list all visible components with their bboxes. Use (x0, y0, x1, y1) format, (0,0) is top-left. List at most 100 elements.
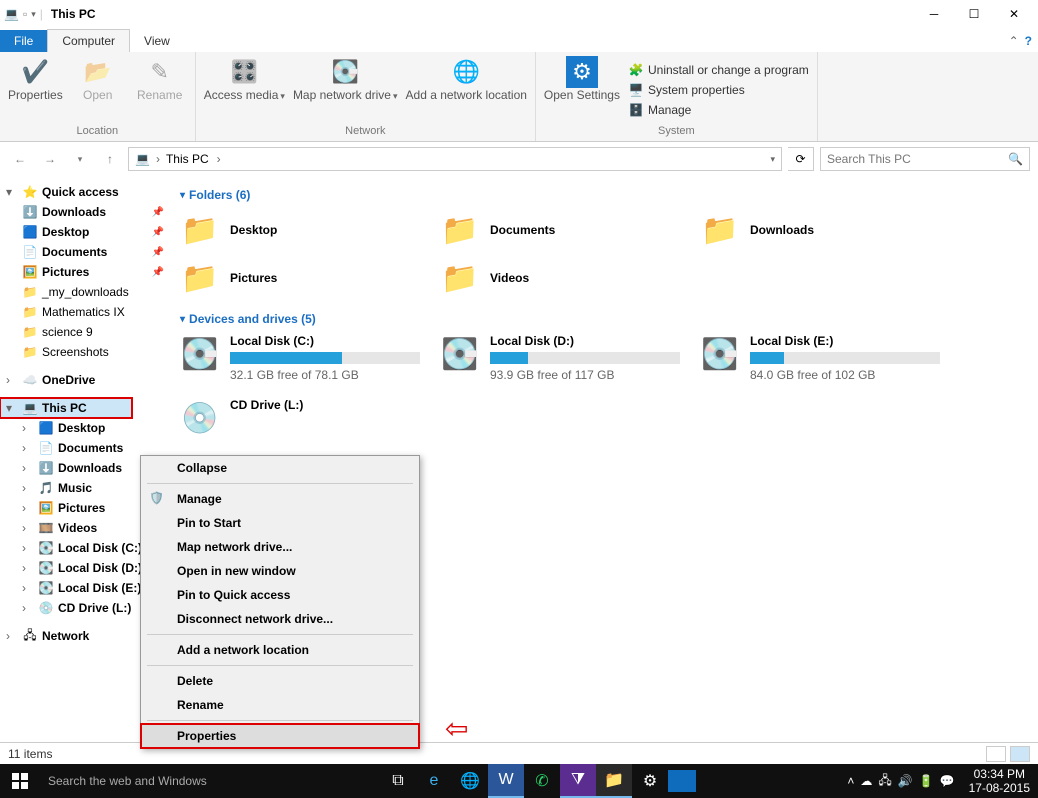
tree-desktop[interactable]: 🟦Desktop📌 (0, 222, 168, 242)
search-icon: 🔍 (1008, 152, 1023, 166)
details-view-button[interactable] (986, 746, 1006, 762)
section-drives[interactable]: ▾Devices and drives (5) (180, 312, 1026, 326)
ctx-map-drive[interactable]: Map network drive... (141, 535, 419, 559)
tiles-view-button[interactable] (1010, 746, 1030, 762)
ctx-open-new[interactable]: Open in new window (141, 559, 419, 583)
tree-pc-desktop[interactable]: ›🟦Desktop (0, 418, 168, 438)
drive-item[interactable]: 💽Local Disk (E:)84.0 GB free of 102 GB (700, 334, 940, 382)
ctx-pin-start[interactable]: Pin to Start (141, 511, 419, 535)
drive-icon: 💽 (700, 334, 740, 374)
ctx-pin-quick[interactable]: Pin to Quick access (141, 583, 419, 607)
qat-doc-icon[interactable]: ▫ (23, 7, 27, 21)
tray-network-icon[interactable]: 🖧 (878, 771, 891, 792)
uninstall-button[interactable]: 🧩Uninstall or change a program (628, 61, 809, 79)
program-icon: 🧩 (628, 62, 644, 78)
rename-button[interactable]: ✎Rename (133, 56, 187, 123)
tree-documents[interactable]: 📄Documents📌 (0, 242, 168, 262)
forward-button[interactable]: → (38, 147, 62, 171)
app-icon[interactable] (668, 770, 696, 792)
folder-desktop[interactable]: 📁Desktop (180, 210, 420, 250)
cloud-icon: ☁️ (22, 372, 38, 388)
help-icon[interactable]: ? (1025, 34, 1032, 48)
map-drive-button[interactable]: 💽Map network drive (293, 56, 398, 123)
tree-onedrive[interactable]: ›☁️OneDrive (0, 370, 168, 390)
tree-mydownloads[interactable]: 📁_my_downloads (0, 282, 168, 302)
ctx-properties[interactable]: Properties (141, 724, 419, 748)
tray-onedrive-icon[interactable]: ☁ (860, 774, 872, 788)
qat-dropdown[interactable]: ▾ (31, 9, 36, 20)
tree-quick-access[interactable]: ▾⭐Quick access (0, 182, 168, 202)
open-settings-button[interactable]: ⚙Open Settings (544, 56, 620, 123)
taskbar-search[interactable]: Search the web and Windows (40, 774, 380, 788)
search-input[interactable]: Search This PC🔍 (820, 147, 1030, 171)
minimize-button[interactable]: ─ (914, 0, 954, 28)
annotation-arrow: ⇦ (445, 712, 468, 745)
tray-chevron-icon[interactable]: ˄ (847, 774, 854, 788)
ctx-delete[interactable]: Delete (141, 669, 419, 693)
tab-computer[interactable]: Computer (47, 29, 130, 52)
section-folders[interactable]: ▾Folders (6) (180, 188, 1026, 202)
close-button[interactable]: ✕ (994, 0, 1034, 28)
folder-documents[interactable]: 📁Documents (440, 210, 680, 250)
tab-view[interactable]: View (130, 30, 184, 52)
properties-button[interactable]: ✔️Properties (8, 56, 63, 123)
whatsapp-icon[interactable]: ✆ (524, 764, 560, 798)
ctx-rename[interactable]: Rename (141, 693, 419, 717)
tree-science[interactable]: 📁science 9 (0, 322, 168, 342)
ctx-manage[interactable]: 🛡️Manage (141, 487, 419, 511)
collapse-ribbon-icon[interactable]: ⌃ (1009, 34, 1019, 48)
tree-pictures[interactable]: 🖼️Pictures📌 (0, 262, 168, 282)
chrome-icon[interactable]: 🌐 (452, 764, 488, 798)
up-button[interactable]: ↑ (98, 147, 122, 171)
explorer-icon[interactable]: 📁 (596, 764, 632, 798)
edge-icon[interactable]: e (416, 764, 452, 798)
tab-file[interactable]: File (0, 30, 47, 52)
address-box[interactable]: 💻 › This PC› ▾ (128, 147, 782, 171)
ribbon: ✔️Properties 📂Open ✎Rename Location 🎛️Ac… (0, 52, 1038, 142)
pc-icon: 💻 (22, 400, 38, 416)
status-item-count: 11 items (8, 747, 52, 761)
access-media-button[interactable]: 🎛️Access media (204, 56, 285, 123)
drive-icon: 💽 (180, 334, 220, 374)
drive-item[interactable]: 💽Local Disk (C:)32.1 GB free of 78.1 GB (180, 334, 420, 382)
word-icon[interactable]: W (488, 764, 524, 798)
folder-pictures[interactable]: 📁Pictures (180, 258, 420, 298)
breadcrumb-this-pc[interactable]: This PC› (166, 152, 221, 166)
add-location-button[interactable]: 🌐Add a network location (406, 56, 527, 123)
drive-item[interactable]: 💿CD Drive (L:) (180, 398, 420, 438)
tree-downloads[interactable]: ⬇️Downloads📌 (0, 202, 168, 222)
folder-downloads[interactable]: 📁Downloads (700, 210, 940, 250)
tree-screenshots[interactable]: 📁Screenshots (0, 342, 168, 362)
ctx-collapse[interactable]: Collapse (141, 456, 419, 480)
context-menu: Collapse 🛡️Manage Pin to Start Map netwo… (140, 455, 420, 749)
visual-studio-icon[interactable]: ⧩ (560, 764, 596, 798)
folder-icon: 📁 (700, 210, 740, 250)
pc-icon: 💻 (4, 7, 19, 21)
taskbar-clock[interactable]: 03:34 PM17-08-2015 (961, 767, 1038, 796)
ribbon-tabs: File Computer View ⌃ ? (0, 28, 1038, 52)
refresh-button[interactable]: ⟳ (788, 147, 814, 171)
address-dropdown-icon[interactable]: ▾ (770, 154, 775, 165)
system-tray[interactable]: ˄ ☁ 🖧 🔊 🔋 💬 (841, 771, 960, 792)
manage-button[interactable]: 🗄️Manage (628, 101, 809, 119)
open-button[interactable]: 📂Open (71, 56, 125, 123)
folder-videos[interactable]: 📁Videos (440, 258, 680, 298)
system-properties-button[interactable]: 🖥️System properties (628, 81, 809, 99)
ctx-disconnect[interactable]: Disconnect network drive... (141, 607, 419, 631)
recent-dropdown[interactable]: ▾ (68, 147, 92, 171)
tray-action-center-icon[interactable]: 💬 (940, 774, 955, 788)
tray-battery-icon[interactable]: 🔋 (919, 774, 934, 788)
window-title: This PC (51, 7, 96, 21)
manage-icon: 🗄️ (628, 102, 644, 118)
tree-math[interactable]: 📁Mathematics IX (0, 302, 168, 322)
start-button[interactable] (0, 773, 40, 789)
drive-item[interactable]: 💽Local Disk (D:)93.9 GB free of 117 GB (440, 334, 680, 382)
ctx-add-location[interactable]: Add a network location (141, 638, 419, 662)
back-button[interactable]: ← (8, 147, 32, 171)
task-view-button[interactable]: ⧉ (380, 764, 416, 798)
settings-icon[interactable]: ⚙ (632, 764, 668, 798)
tray-volume-icon[interactable]: 🔊 (898, 774, 913, 788)
tree-this-pc[interactable]: ▾💻This PC (0, 398, 132, 418)
drive-icon: 💽 (440, 334, 480, 374)
maximize-button[interactable]: ☐ (954, 0, 994, 28)
